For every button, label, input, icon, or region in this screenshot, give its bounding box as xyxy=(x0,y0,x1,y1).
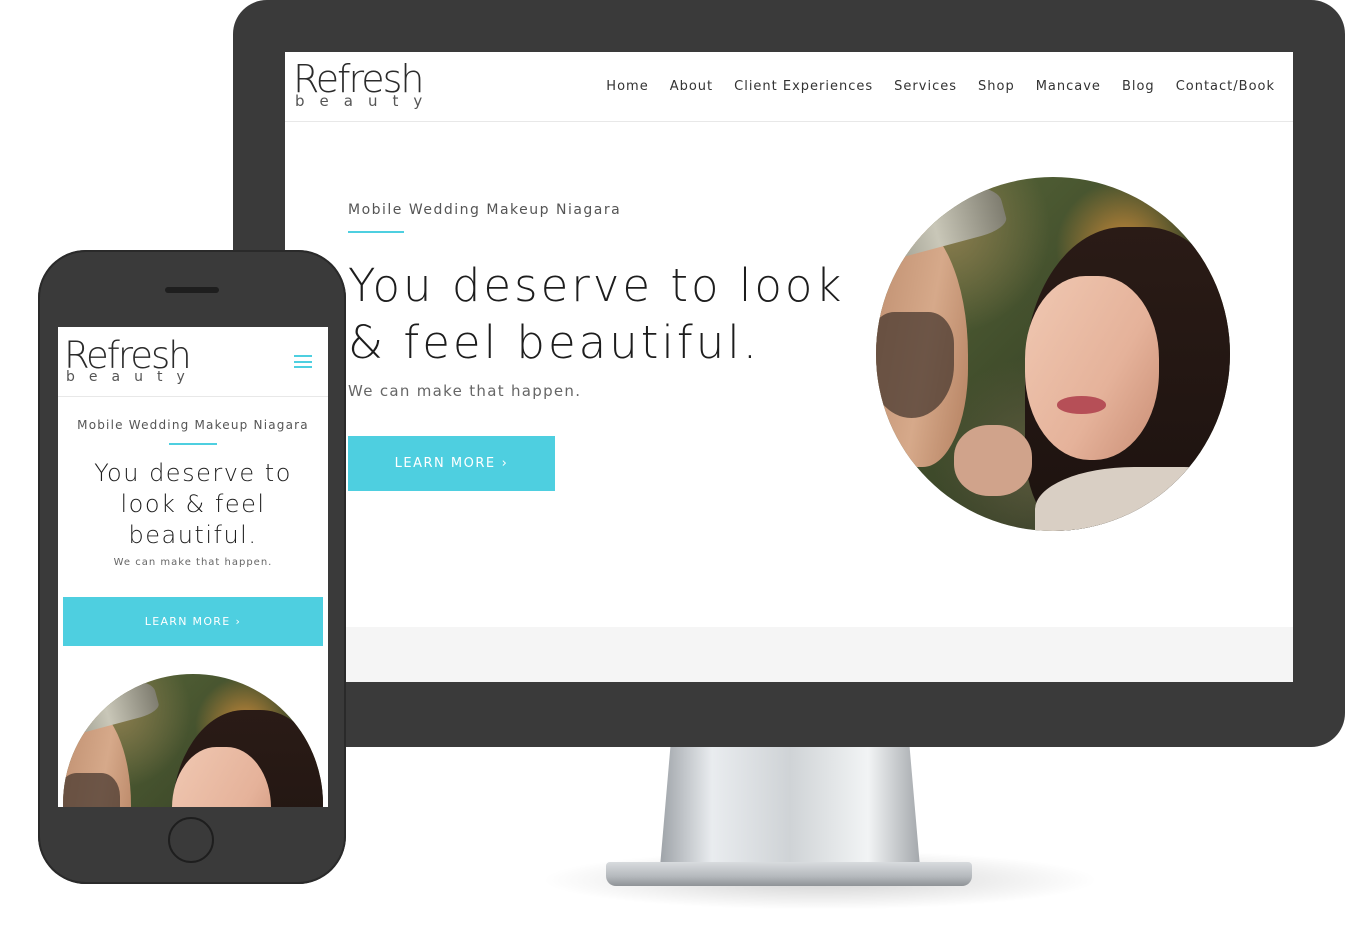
learn-more-label: LEARN MORE xyxy=(394,456,496,471)
monitor-stand xyxy=(660,747,920,867)
chevron-right-icon: › xyxy=(235,615,242,628)
mobile-site-logo[interactable]: Refresh beauty xyxy=(64,337,199,384)
nav-item-contact-book[interactable]: Contact/Book xyxy=(1176,79,1275,94)
mobile-hero-photo xyxy=(63,674,323,807)
mobile-header: Refresh beauty xyxy=(58,327,328,397)
chevron-right-icon: › xyxy=(501,456,509,471)
nav-item-blog[interactable]: Blog xyxy=(1122,79,1155,94)
section-band xyxy=(285,627,1293,682)
hamburger-menu-icon[interactable] xyxy=(294,355,312,368)
mobile-phone: Refresh beauty Mobile Wedding Makeup Nia… xyxy=(38,250,346,884)
nav-item-mancave[interactable]: Mancave xyxy=(1036,79,1101,94)
main-nav: Home About Client Experiences Services S… xyxy=(606,79,1275,94)
site-logo[interactable]: Refresh beauty xyxy=(293,60,437,109)
monitor-stand-base xyxy=(606,862,972,886)
hero-headline: You deserve to look & feel beautiful. xyxy=(348,259,845,369)
mobile-hero-subline: We can make that happen. xyxy=(113,557,273,568)
nav-item-home[interactable]: Home xyxy=(606,79,648,94)
hero-photo xyxy=(876,177,1230,531)
mobile-hero-headline: You deserve to look & feel beautiful. xyxy=(94,459,292,549)
mobile-learn-more-label: LEARN MORE xyxy=(144,615,231,628)
logo-subtitle: beauty xyxy=(295,92,438,110)
phone-home-button xyxy=(168,817,214,863)
mobile-logo-subtitle: beauty xyxy=(66,369,199,385)
learn-more-button[interactable]: LEARN MORE › xyxy=(348,436,555,491)
hero-kicker: Mobile Wedding Makeup Niagara xyxy=(348,202,622,218)
nav-item-about[interactable]: About xyxy=(670,79,713,94)
site-header: Refresh beauty Home About Client Experie… xyxy=(285,52,1293,122)
nav-item-client-experiences[interactable]: Client Experiences xyxy=(734,79,873,94)
hero-subline: We can make that happen. xyxy=(348,382,582,400)
nav-item-shop[interactable]: Shop xyxy=(978,79,1015,94)
mobile-kicker-underline xyxy=(169,443,217,445)
desktop-screen: Refresh beauty Home About Client Experie… xyxy=(285,52,1293,682)
mobile-hero-kicker: Mobile Wedding Makeup Niagara xyxy=(77,418,309,432)
nav-item-services[interactable]: Services xyxy=(894,79,957,94)
phone-speaker xyxy=(165,287,219,293)
mobile-screen: Refresh beauty Mobile Wedding Makeup Nia… xyxy=(58,327,328,807)
mobile-learn-more-button[interactable]: LEARN MORE › xyxy=(63,597,323,646)
kicker-underline xyxy=(348,231,404,233)
